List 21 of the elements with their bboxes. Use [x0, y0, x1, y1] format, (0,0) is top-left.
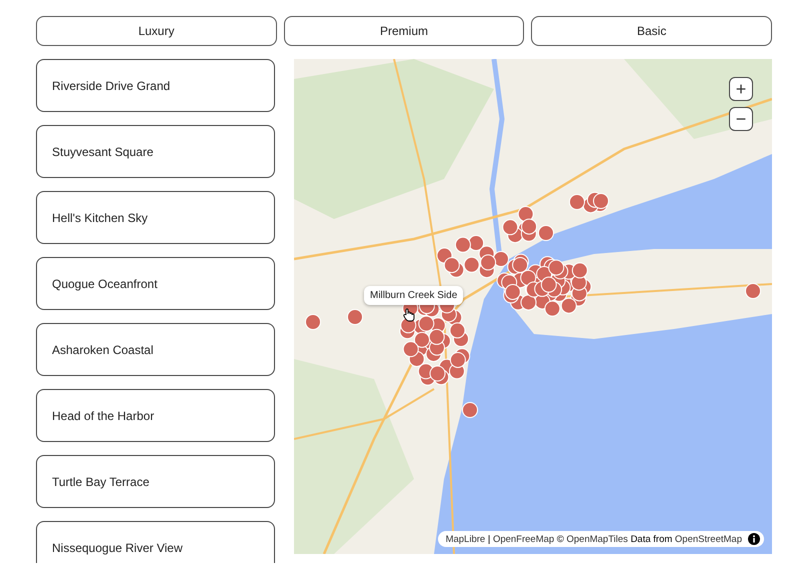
attribution-link[interactable]: MapLibre [446, 534, 486, 544]
zoom-out-button[interactable]: − [729, 107, 753, 131]
category-tab[interactable]: Basic [531, 16, 772, 46]
listing-card[interactable]: Head of the Harbor [36, 389, 275, 442]
listing-card[interactable]: Asharoken Coastal [36, 323, 275, 376]
category-tab[interactable]: Luxury [36, 16, 277, 46]
info-icon[interactable] [748, 533, 760, 545]
listing-card[interactable]: Riverside Drive Grand [36, 59, 275, 112]
attribution-link[interactable]: OpenStreetMap [674, 534, 742, 544]
map-attribution: MapLibre | OpenFreeMap © OpenMapTiles Data from OpenStreetMap [446, 534, 742, 544]
hand-cursor-icon [403, 308, 415, 322]
attribution-link[interactable]: OpenMapTiles [566, 534, 628, 544]
listing-card[interactable]: Stuyvesant Square [36, 125, 275, 178]
category-tab[interactable]: Premium [284, 16, 524, 46]
zoom-in-button[interactable]: + [729, 77, 753, 101]
listing-card[interactable]: Hell's Kitchen Sky [36, 191, 275, 244]
attribution-link[interactable]: OpenFreeMap [492, 534, 554, 544]
listing-card[interactable]: Quogue Oceanfront [36, 257, 275, 310]
listing-card[interactable]: Turtle Bay Terrace [36, 455, 275, 508]
map-tooltip: Millburn Creek Side [364, 286, 464, 305]
listing-card[interactable]: Nissequogue River View [36, 521, 275, 563]
